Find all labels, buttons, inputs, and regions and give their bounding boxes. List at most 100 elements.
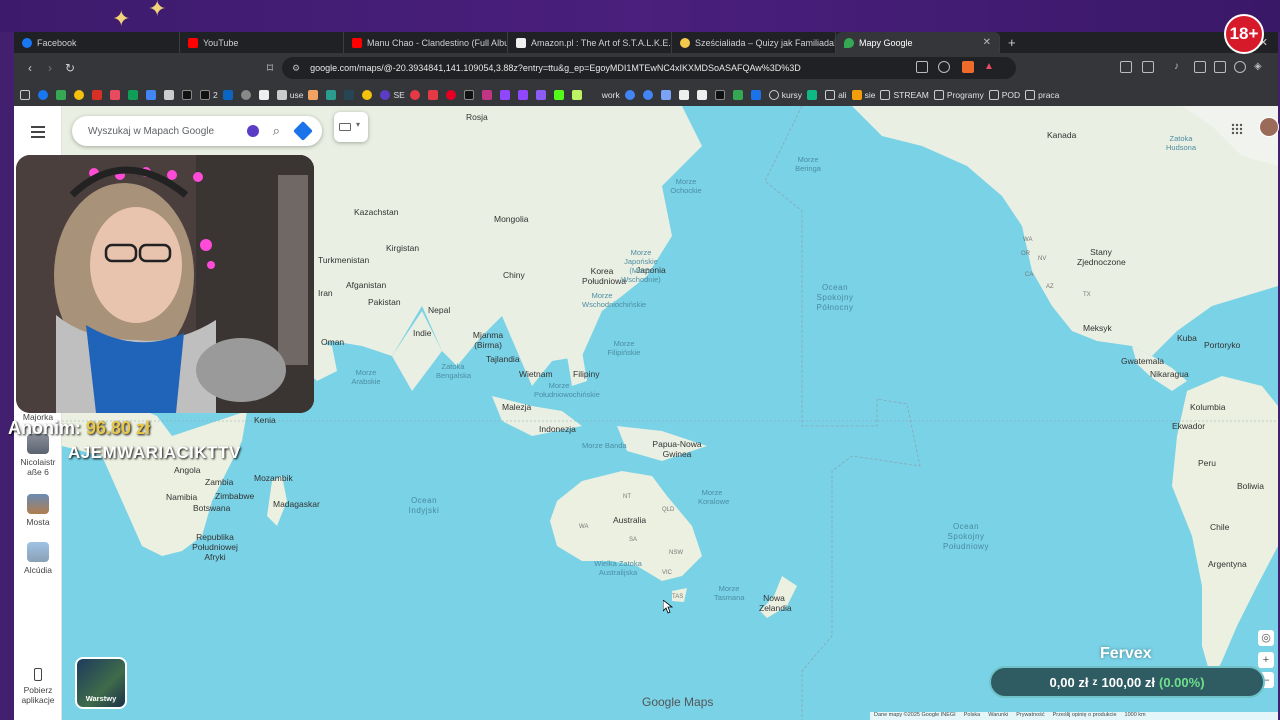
bookmark-x-icon[interactable]	[463, 89, 477, 100]
bookmark-icon-item[interactable]	[571, 89, 585, 100]
address-bar[interactable]: ⚙ google.com/maps/@-20.3934841,141.10905…	[282, 57, 1016, 79]
bookmark-icon-item[interactable]	[642, 89, 656, 100]
tab-label: YouTube	[203, 37, 239, 48]
bookmark-pinterest-icon[interactable]	[445, 89, 459, 100]
extension-icon[interactable]	[246, 125, 259, 137]
bookmark-work[interactable]: work	[602, 90, 620, 100]
bookmark-icon-item[interactable]	[240, 89, 254, 100]
bookmark-icon-item[interactable]	[128, 89, 141, 100]
close-tab-icon[interactable]: ✕	[975, 37, 991, 48]
bookmark-instagram-icon[interactable]	[481, 89, 495, 100]
sidebar-icon[interactable]	[1194, 61, 1206, 73]
donation-amount: 96.80 zł	[86, 418, 151, 438]
zoom-in-button[interactable]: +	[1258, 652, 1274, 668]
tab-manu-chao[interactable]: Manu Chao - Clandestino (Full Album	[344, 32, 508, 53]
map-label-country: Papua-Nowa Gwinea	[652, 439, 702, 459]
vpn-icon[interactable]: ◈	[1254, 61, 1266, 73]
bookmark-icon-item[interactable]	[326, 89, 339, 100]
bookmark-icon-item[interactable]	[56, 89, 69, 100]
bookmark-icon-item[interactable]	[624, 89, 638, 100]
bookmark-icon-item[interactable]	[660, 89, 674, 100]
map-label-state: TX	[1083, 292, 1091, 298]
bookmark-icon[interactable]: ⌑	[260, 61, 280, 75]
bookmark-icon-item[interactable]	[362, 89, 375, 100]
scale-bar[interactable]: 1000 km	[1125, 712, 1146, 720]
bookmark-icon-item[interactable]	[344, 89, 357, 100]
bookmark-facebook[interactable]	[38, 89, 51, 100]
share-icon[interactable]	[938, 61, 950, 73]
bookmark-folder-pod[interactable]: POD	[988, 89, 1020, 100]
forward-icon[interactable]: ›	[40, 61, 60, 75]
tab-facebook[interactable]: Facebook	[14, 32, 180, 53]
recent-place-nicolaistrasse[interactable]: Nicolaistr aße 6	[14, 434, 62, 477]
search-icon[interactable]: ⌕	[273, 123, 280, 139]
get-app-button[interactable]: Pobierz aplikacje	[14, 668, 62, 705]
keyboard-icon	[339, 123, 351, 131]
search-input[interactable]: Wyszukaj w Mapach Google	[88, 126, 247, 137]
footer-region-link[interactable]: Polska	[964, 712, 981, 720]
bookmark-twitch-icon[interactable]	[517, 89, 531, 100]
bookmark-icon-item[interactable]	[732, 89, 746, 100]
keyboard-button[interactable]: ▾	[334, 112, 368, 142]
menu-icon[interactable]	[31, 126, 45, 141]
bookmark-icon-item[interactable]	[308, 89, 321, 100]
bookmark-folder-programy[interactable]: Programy	[933, 89, 984, 100]
tab-google-maps[interactable]: Mapy Google ✕	[836, 32, 1000, 53]
bookmark-icon-item[interactable]	[678, 89, 692, 100]
bookmark-icon-item[interactable]	[146, 89, 159, 100]
bookmark-icon-item[interactable]	[427, 89, 441, 100]
footer-privacy-link[interactable]: Prywatność	[1016, 712, 1044, 720]
bookmark-twitch-icon[interactable]	[499, 89, 513, 100]
bookmark-icon-item[interactable]	[807, 89, 820, 100]
google-apps-icon[interactable]	[1231, 122, 1243, 135]
bookmark-ali[interactable]: ali	[825, 89, 847, 100]
bookmark-se[interactable]: SE	[380, 89, 405, 100]
recent-place-mosta[interactable]: Mosta	[14, 494, 62, 527]
extensions-icon[interactable]	[1120, 61, 1132, 73]
new-tab-button[interactable]: +	[1000, 32, 1024, 53]
tab-youtube[interactable]: YouTube	[180, 32, 344, 53]
bookmark-use[interactable]: use	[276, 89, 303, 100]
back-icon[interactable]: ‹	[20, 61, 40, 75]
bookmark-folder-praca[interactable]: praca	[1025, 89, 1059, 100]
footer-feedback-link[interactable]: Prześlij opinię o produkcie	[1053, 712, 1117, 720]
recent-place-alcudia[interactable]: Alcúdia	[14, 542, 62, 575]
bookmark-icon-item[interactable]	[750, 89, 764, 100]
layers-button[interactable]: Warstwy	[75, 657, 127, 709]
bookmark-icon-item[interactable]	[535, 89, 549, 100]
bookmark-icon-item[interactable]	[92, 89, 105, 100]
bookmark-x-icon[interactable]	[182, 89, 195, 100]
bookmark-sie[interactable]: sie	[851, 89, 875, 100]
bookmark-tiktok-icon[interactable]	[714, 89, 728, 100]
bookmark-icon-item[interactable]	[409, 89, 423, 100]
music-icon[interactable]: ♪	[1174, 61, 1186, 73]
wallet-icon[interactable]	[1214, 61, 1226, 73]
bookmark-kick-icon[interactable]	[553, 89, 567, 100]
apps-grid-icon[interactable]	[20, 89, 33, 100]
tab-search-icon[interactable]	[1142, 61, 1154, 73]
avatar[interactable]	[1259, 117, 1279, 137]
maps-search-box[interactable]: Wyszukaj w Mapach Google ⌕	[72, 116, 322, 146]
leo-icon[interactable]	[1234, 61, 1246, 73]
bookmark-icon-item[interactable]	[74, 89, 87, 100]
screen-icon[interactable]	[916, 61, 928, 73]
reload-icon[interactable]: ↻	[60, 61, 80, 75]
footer-terms-link[interactable]: Warunki	[988, 712, 1008, 720]
bookmark-icon-item[interactable]	[696, 89, 710, 100]
bookmark-icon-item[interactable]	[258, 89, 272, 100]
bookmark-icon-item[interactable]	[110, 89, 123, 100]
bookmark-linkedin-icon[interactable]	[222, 89, 236, 100]
tab-szescialiada[interactable]: Sześcialiada – Quizy jak Familiada! Gr	[672, 32, 836, 53]
directions-icon[interactable]	[293, 121, 313, 141]
bookmark-folder-stream[interactable]: STREAM	[880, 89, 929, 100]
map-label-country: Mongolia	[494, 214, 529, 224]
bookmarks-bar: 2 use SE work kursy ali sie STREAM Progr…	[14, 83, 1278, 106]
site-info-icon[interactable]: ⚙	[292, 63, 300, 74]
my-location-icon[interactable]: ◎	[1258, 630, 1274, 646]
tab-amazon[interactable]: Amazon.pl : The Art of S.T.A.L.K.E.R. 2	[508, 32, 672, 53]
rewards-icon[interactable]: ▲	[984, 61, 996, 73]
bookmark-icon-item[interactable]	[164, 89, 177, 100]
brave-shield-icon[interactable]	[962, 61, 974, 73]
bookmark-kursy[interactable]: kursy	[768, 89, 802, 100]
bookmark-x2[interactable]: 2	[200, 89, 218, 100]
